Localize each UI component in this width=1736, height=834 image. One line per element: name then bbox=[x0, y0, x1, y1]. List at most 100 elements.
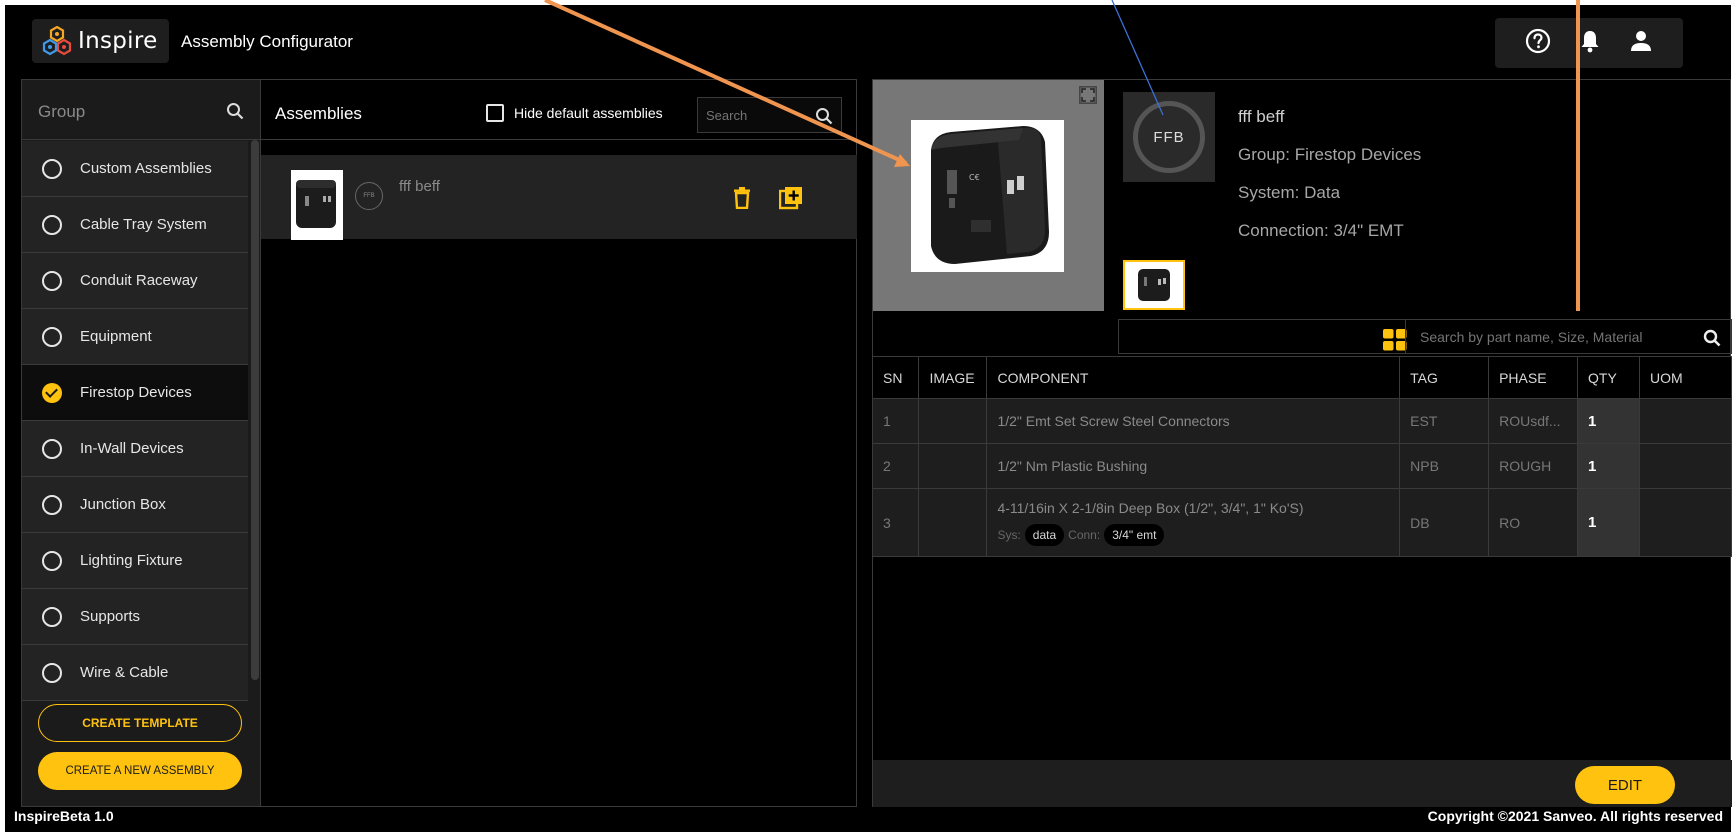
user-icon[interactable] bbox=[1629, 29, 1653, 58]
group-item-label: Wire & Cable bbox=[80, 664, 169, 681]
cell-component: 4-11/16in X 2-1/8in Deep Box (1/2", 3/4"… bbox=[986, 488, 1401, 557]
sys-label: Sys: bbox=[997, 527, 1021, 542]
logo-text: Inspire bbox=[78, 28, 158, 54]
conn-label: Conn: bbox=[1068, 527, 1101, 542]
create-assembly-button[interactable]: CREATE A NEW ASSEMBLY bbox=[38, 752, 242, 790]
cell-tag: EST bbox=[1399, 398, 1490, 444]
detail-footer: EDIT bbox=[873, 760, 1732, 807]
delete-icon[interactable] bbox=[733, 187, 751, 214]
group-item-conduit-raceway[interactable]: Conduit Raceway bbox=[22, 253, 248, 309]
group-item-cable-tray-system[interactable]: Cable Tray System bbox=[22, 197, 248, 253]
search-icon[interactable] bbox=[1703, 329, 1721, 352]
header-icon-group bbox=[1495, 18, 1683, 68]
search-icon[interactable] bbox=[226, 102, 244, 125]
column-header-component[interactable]: COMPONENT bbox=[986, 356, 1401, 399]
cell-sn: 1 bbox=[873, 398, 920, 444]
assembly-detail-group: Group: Firestop Devices bbox=[1238, 145, 1422, 164]
top-bar: Inspire Assembly Configurator bbox=[5, 5, 1731, 75]
group-item-label: Conduit Raceway bbox=[80, 272, 198, 289]
column-header-tag[interactable]: TAG bbox=[1399, 356, 1490, 399]
group-item-in-wall-devices[interactable]: In-Wall Devices bbox=[22, 421, 248, 477]
radio-unchecked-icon[interactable] bbox=[42, 438, 62, 459]
cell-uom bbox=[1639, 398, 1732, 444]
fullscreen-icon[interactable] bbox=[1079, 86, 1097, 109]
radio-unchecked-icon[interactable] bbox=[42, 270, 62, 291]
app-window: Inspire Assembly Configurator Group Cust… bbox=[5, 5, 1732, 832]
cell-image bbox=[918, 488, 988, 557]
qty-input[interactable]: 1 bbox=[1577, 488, 1641, 557]
edit-button[interactable]: EDIT bbox=[1575, 766, 1675, 804]
cell-uom bbox=[1639, 488, 1732, 557]
cell-sn: 3 bbox=[873, 488, 920, 557]
table-row[interactable]: 3 4-11/16in X 2-1/8in Deep Box (1/2", 3/… bbox=[873, 488, 1732, 557]
group-item-custom-assemblies[interactable]: Custom Assemblies bbox=[22, 141, 248, 197]
assembly-search-input[interactable] bbox=[706, 107, 816, 123]
radio-unchecked-icon[interactable] bbox=[42, 606, 62, 627]
group-item-label: Firestop Devices bbox=[80, 384, 192, 401]
hide-default-label: Hide default assemblies bbox=[514, 105, 663, 121]
grid-view-icon[interactable] bbox=[1383, 329, 1407, 356]
table-row[interactable]: 2 1/2" Nm Plastic Bushing NPB ROUGH 1 bbox=[873, 443, 1732, 489]
hide-default-toggle[interactable]: Hide default assemblies bbox=[486, 104, 663, 122]
cell-sn: 2 bbox=[873, 443, 920, 489]
qty-input[interactable]: 1 bbox=[1577, 443, 1641, 489]
cell-phase: RO bbox=[1488, 488, 1579, 557]
radio-unchecked-icon[interactable] bbox=[42, 550, 62, 571]
hexagon-logo-icon bbox=[42, 25, 72, 56]
group-item-label: Junction Box bbox=[80, 496, 166, 513]
column-header-sn[interactable]: SN bbox=[873, 356, 920, 399]
group-item-equipment[interactable]: Equipment bbox=[22, 309, 248, 365]
column-header-uom[interactable]: UOM bbox=[1639, 356, 1732, 399]
column-header-qty[interactable]: QTY bbox=[1577, 356, 1641, 399]
column-header-image[interactable]: IMAGE bbox=[918, 356, 988, 399]
group-header: Group bbox=[22, 80, 260, 140]
qty-input[interactable]: 1 bbox=[1577, 398, 1641, 444]
table-row[interactable]: 1 1/2" Emt Set Screw Steel Connectors ES… bbox=[873, 398, 1732, 444]
help-icon[interactable] bbox=[1525, 28, 1551, 59]
group-item-wire-cable[interactable]: Wire & Cable bbox=[22, 645, 248, 701]
cell-component: 1/2" Nm Plastic Bushing bbox=[986, 443, 1401, 489]
column-header-phase[interactable]: PHASE bbox=[1488, 356, 1579, 399]
image-thumbnail[interactable] bbox=[1123, 260, 1185, 310]
component-toolbar bbox=[873, 311, 1732, 356]
checkbox-icon[interactable] bbox=[486, 104, 504, 122]
logo[interactable]: Inspire bbox=[32, 19, 169, 63]
radio-unchecked-icon[interactable] bbox=[42, 494, 62, 515]
create-template-button[interactable]: CREATE TEMPLATE bbox=[38, 704, 242, 742]
assembly-search-box bbox=[697, 97, 842, 133]
assembly-main-image: C€ bbox=[911, 120, 1064, 272]
svg-text:C€: C€ bbox=[969, 173, 980, 182]
group-label: Group bbox=[38, 102, 86, 121]
cell-image bbox=[918, 443, 988, 489]
search-icon[interactable] bbox=[815, 107, 833, 130]
component-search-input[interactable] bbox=[1420, 328, 1700, 345]
radio-unchecked-icon[interactable] bbox=[42, 662, 62, 683]
assemblies-panel: Assemblies Hide default assemblies Searc… bbox=[261, 79, 857, 807]
assembly-detail-system: System: Data bbox=[1238, 183, 1341, 202]
group-item-lighting-fixture[interactable]: Lighting Fixture bbox=[22, 533, 248, 589]
assemblies-header: Assemblies Hide default assemblies bbox=[261, 80, 856, 140]
assembly-detail-panel: C€ FFB fff beff Group: Firestop Devices … bbox=[872, 79, 1732, 807]
cell-tag: DB bbox=[1399, 488, 1490, 557]
cell-tag: NPB bbox=[1399, 443, 1490, 489]
radio-checked-icon[interactable] bbox=[42, 382, 62, 403]
group-item-label: Custom Assemblies bbox=[80, 160, 212, 177]
version-label: InspireBeta 1.0 bbox=[14, 808, 114, 824]
bell-icon[interactable] bbox=[1579, 28, 1601, 59]
group-item-label: Lighting Fixture bbox=[80, 552, 183, 569]
cell-phase: ROUsdf... bbox=[1488, 398, 1579, 444]
group-scrollbar[interactable] bbox=[251, 140, 259, 680]
group-item-junction-box[interactable]: Junction Box bbox=[22, 477, 248, 533]
radio-unchecked-icon[interactable] bbox=[42, 214, 62, 235]
radio-unchecked-icon[interactable] bbox=[42, 158, 62, 179]
group-item-supports[interactable]: Supports bbox=[22, 589, 248, 645]
add-to-library-icon[interactable] bbox=[778, 186, 803, 215]
group-item-label: In-Wall Devices bbox=[80, 440, 184, 457]
assembly-list-item[interactable]: FFB fff beff bbox=[261, 155, 857, 240]
assembly-detail-name: fff beff bbox=[1238, 107, 1285, 126]
group-item-firestop-devices[interactable]: Firestop Devices bbox=[22, 365, 248, 421]
table-header-row: SN IMAGE COMPONENT TAG PHASE QTY UOM bbox=[873, 356, 1732, 399]
group-panel: Group Custom Assemblies Cable Tray Syste… bbox=[21, 79, 261, 807]
radio-unchecked-icon[interactable] bbox=[42, 326, 62, 347]
component-attributes: Sys: data Conn: 3/4" emt bbox=[997, 523, 1399, 546]
